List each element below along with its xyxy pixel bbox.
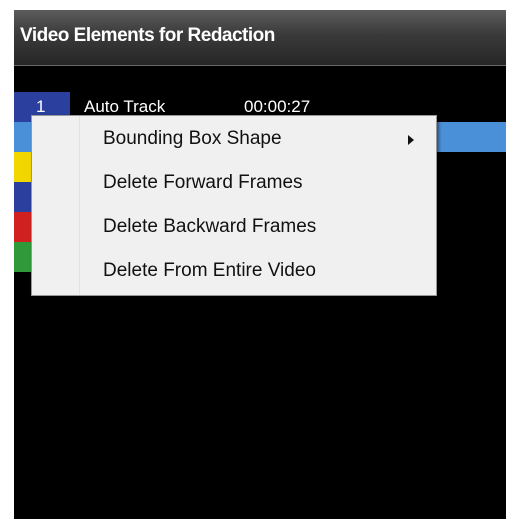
menu-item-delete-backward-frames[interactable]: Delete Backward Frames	[33, 208, 435, 246]
context-menu: Bounding Box Shape Delete Forward Frames…	[31, 115, 437, 296]
panel-title: Video Elements for Redaction	[20, 25, 275, 46]
menu-item-delete-forward-frames[interactable]: Delete Forward Frames	[33, 164, 435, 202]
menu-item-label: Delete From Entire Video	[103, 260, 316, 281]
menu-item-label: Delete Backward Frames	[103, 216, 317, 237]
menu-item-label: Bounding Box Shape	[103, 128, 282, 149]
submenu-arrow-icon	[408, 135, 414, 145]
video-elements-panel: Video Elements for Redaction 1 Auto Trac…	[14, 10, 506, 519]
panel-title-bar: Video Elements for Redaction	[14, 10, 506, 66]
menu-item-delete-from-entire-video[interactable]: Delete From Entire Video	[33, 252, 435, 290]
menu-item-bounding-box-shape[interactable]: Bounding Box Shape	[33, 120, 435, 158]
menu-item-label: Delete Forward Frames	[103, 172, 303, 193]
